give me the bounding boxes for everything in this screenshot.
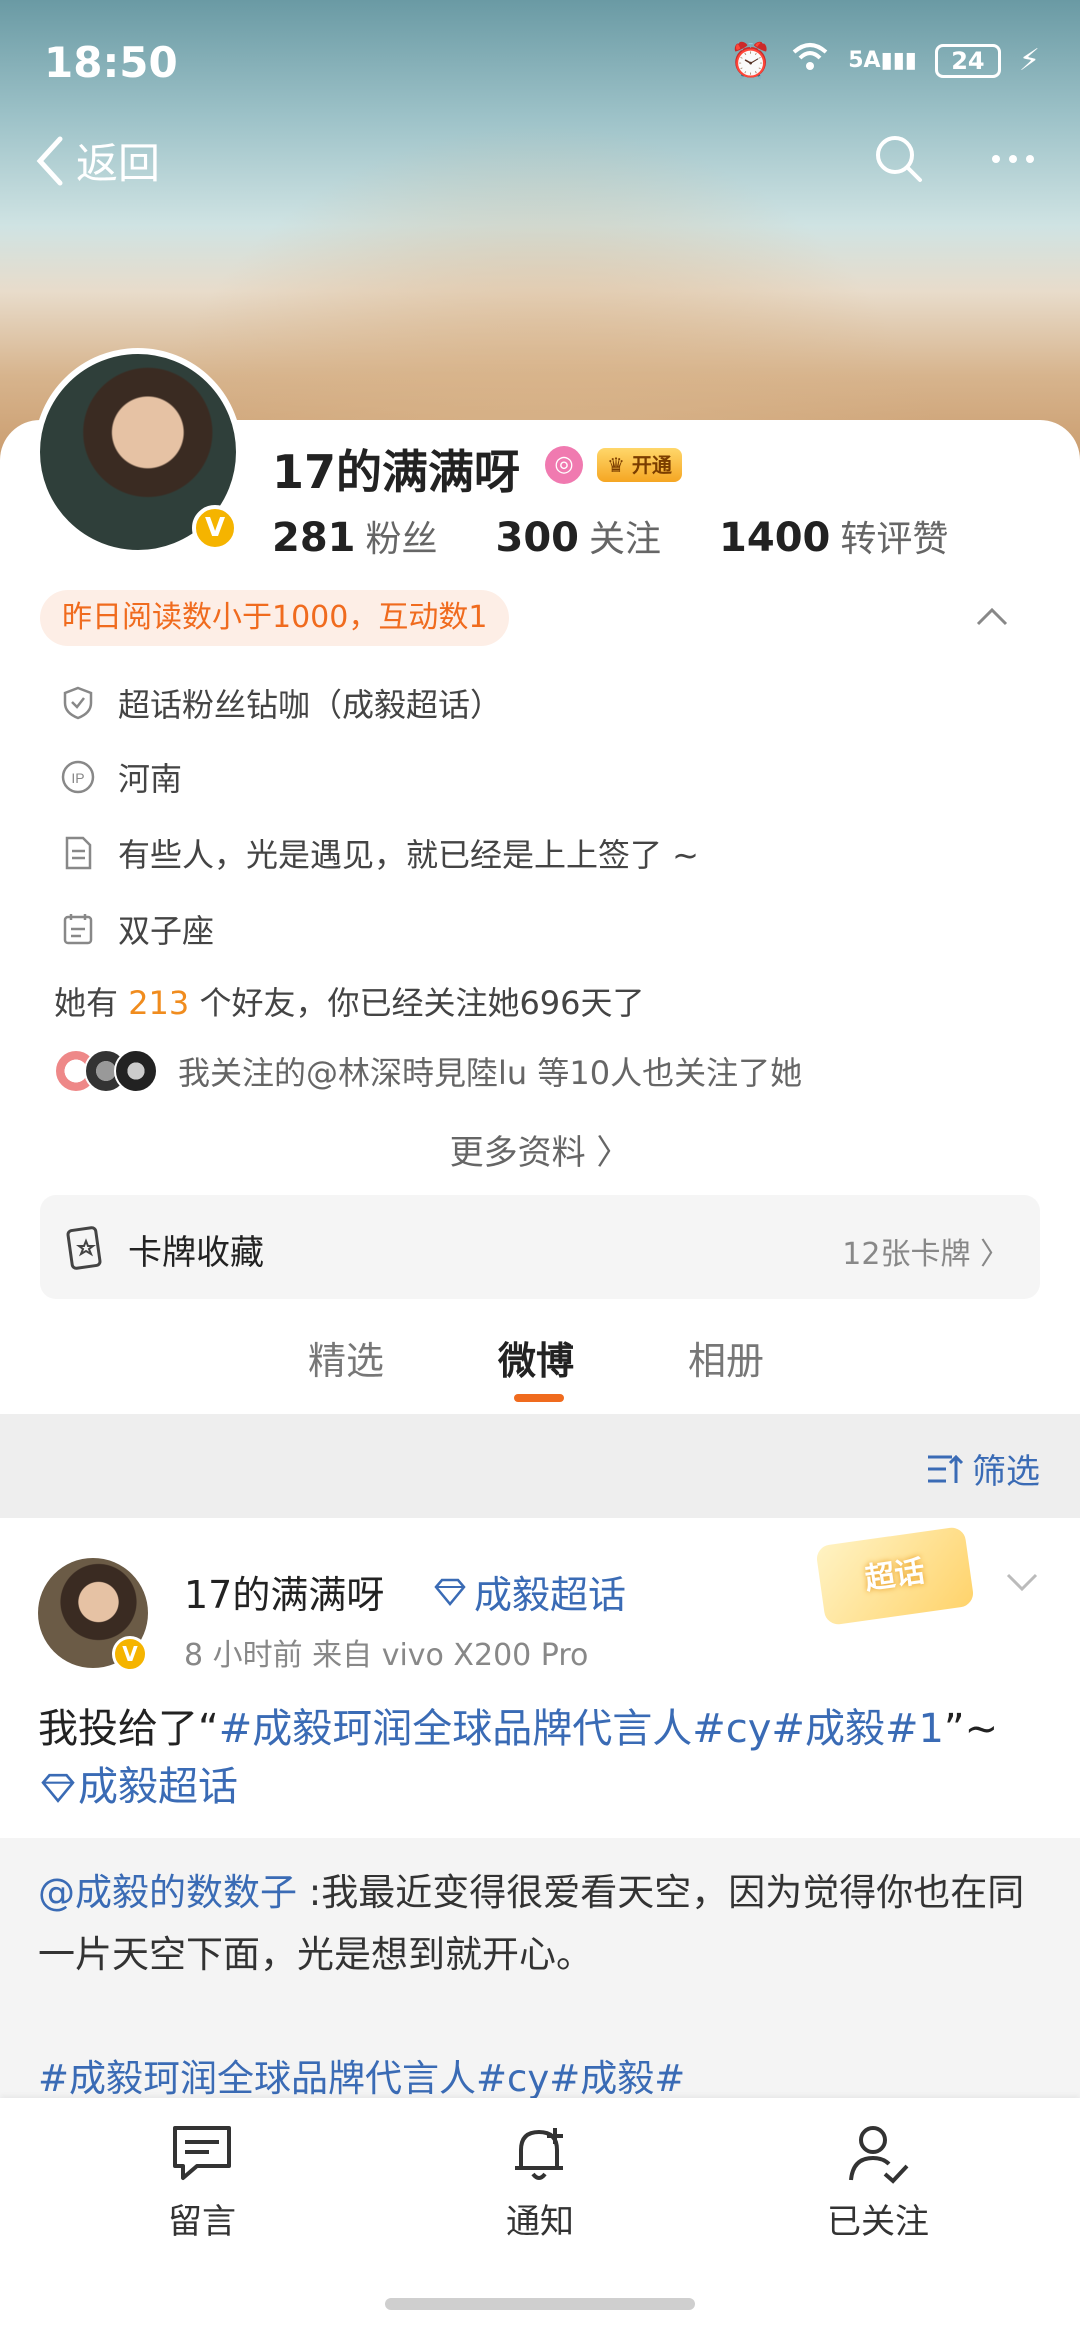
profile-stats: 281 粉丝 300 关注 1400 转评赞 bbox=[272, 510, 948, 562]
info-supertopic-text: 超话粉丝钻咖（成毅超话） bbox=[118, 686, 503, 724]
status-time: 18:50 bbox=[44, 38, 178, 87]
fans-stat[interactable]: 281 粉丝 bbox=[272, 510, 438, 562]
supertopic-tag: 超话 bbox=[815, 1525, 975, 1627]
card-collection-count: 12张卡牌 〉 bbox=[842, 1237, 1010, 1272]
tab-weibo[interactable]: 微博 bbox=[498, 1330, 574, 1385]
diamond-icon bbox=[41, 1773, 75, 1803]
calendar-icon bbox=[63, 914, 93, 945]
active-tab-indicator bbox=[514, 1394, 564, 1402]
bottom-action-bar: 留言 通知 已关注 bbox=[0, 2098, 1080, 2330]
notify-button[interactable]: 通知 bbox=[440, 2118, 640, 2243]
filter-bar: 筛选 bbox=[0, 1414, 1080, 1518]
search-icon[interactable] bbox=[872, 132, 926, 186]
top-nav: 返回 bbox=[0, 130, 1080, 210]
nav-actions bbox=[872, 132, 1040, 186]
user-check-icon bbox=[849, 2126, 909, 2184]
tab-album[interactable]: 相册 bbox=[688, 1330, 764, 1385]
battery-icon: 24 bbox=[934, 43, 1001, 78]
info-ip: IP 河南 bbox=[60, 752, 182, 802]
ip-icon: IP bbox=[61, 760, 95, 794]
likes-stat[interactable]: 1400 转评赞 bbox=[719, 510, 948, 562]
post-meta: 8 小时前 来自 vivo X200 Pro bbox=[184, 1638, 589, 1673]
more-icon[interactable] bbox=[986, 132, 1040, 186]
followed-button[interactable]: 已关注 bbox=[778, 2118, 978, 2243]
comment-button[interactable]: 留言 bbox=[102, 2118, 302, 2243]
quote-mention[interactable]: @成毅的数数子 bbox=[38, 1871, 297, 1914]
follow-stat[interactable]: 300 关注 bbox=[496, 510, 662, 562]
charging-icon: ⚡ bbox=[1018, 43, 1040, 78]
tab-featured[interactable]: 精选 bbox=[308, 1330, 384, 1385]
signal-icon: 5A▮▮▮ bbox=[848, 48, 917, 73]
mutual-follow-line[interactable]: 我关注的@林深時見陸lu 等10人也关注了她 bbox=[54, 1048, 802, 1094]
chevron-up-icon[interactable] bbox=[974, 600, 1010, 630]
back-label: 返回 bbox=[76, 139, 161, 188]
name-badges: ◎ ♛ 开通 bbox=[545, 446, 682, 484]
profile-name: 17的满满呀 bbox=[272, 445, 521, 499]
shield-icon bbox=[63, 686, 93, 720]
mutual-avatars bbox=[54, 1049, 158, 1093]
info-ip-text: 河南 bbox=[118, 760, 183, 798]
bell-plus-icon bbox=[515, 2128, 563, 2180]
info-bio: 有些人，光是遇见，就已经是上上签了 ~ bbox=[60, 828, 699, 878]
wifi-icon bbox=[790, 40, 830, 81]
svg-text:IP: IP bbox=[71, 770, 84, 786]
reading-alert-pill[interactable]: 昨日阅读数小于1000，互动数1 bbox=[40, 590, 510, 646]
diamond-icon bbox=[434, 1578, 466, 1606]
mutual-text: 我关注的@林深時見陸lu 等10人也关注了她 bbox=[178, 1054, 803, 1092]
quote-hashtags[interactable]: #成毅珂润全球品牌代言人#cy#成毅# bbox=[38, 2048, 685, 2102]
back-button[interactable]: 返回 bbox=[30, 130, 160, 191]
info-supertopic[interactable]: 超话粉丝钻咖（成毅超话） bbox=[60, 678, 502, 728]
chevron-down-icon[interactable] bbox=[1004, 1570, 1040, 1594]
mini-avatar bbox=[114, 1049, 158, 1093]
filter-icon bbox=[928, 1454, 964, 1483]
card-collection-row[interactable]: 卡牌收藏 12张卡牌 〉 bbox=[40, 1195, 1040, 1299]
filter-label: 筛选 bbox=[972, 1452, 1040, 1492]
friends-count: 213 bbox=[128, 984, 190, 1022]
post-text: 我投给了“#成毅珂润全球品牌代言人#cy#成毅#1”~成毅超话 bbox=[38, 1706, 999, 1810]
friends-line[interactable]: 她有 213 个好友，你已经关注她696天了 bbox=[54, 978, 645, 1024]
verified-badge-icon: V bbox=[112, 1636, 148, 1672]
post-hashtag[interactable]: #成毅珂润全球品牌代言人#cy#成毅#1 bbox=[219, 1706, 944, 1752]
card-collection-label: 卡牌收藏 bbox=[128, 1233, 264, 1273]
document-icon bbox=[65, 836, 92, 870]
quoted-post[interactable]: @成毅的数数子 :我最近变得很爱看天空，因为觉得你也在同一片天空下面，光是想到就… bbox=[0, 1838, 1080, 2100]
info-bio-text: 有些人，光是遇见，就已经是上上签了 ~ bbox=[118, 836, 699, 874]
post-topic-link[interactable]: 成毅超话 bbox=[432, 1564, 626, 1619]
chevron-left-icon bbox=[36, 136, 63, 185]
info-zodiac-text: 双子座 bbox=[118, 912, 215, 950]
post-topic-inline[interactable]: 成毅超话 bbox=[78, 1764, 238, 1810]
alarm-icon: ⏰ bbox=[729, 40, 773, 81]
card-icon bbox=[66, 1226, 102, 1270]
quote-text: @成毅的数数子 :我最近变得很爱看天空，因为觉得你也在同一片天空下面，光是想到就… bbox=[38, 1871, 1025, 1976]
vip-open-badge[interactable]: ♛ 开通 bbox=[597, 448, 682, 482]
status-icons: ⏰ 5A▮▮▮ 24 ⚡ bbox=[730, 40, 1040, 81]
info-zodiac: 双子座 bbox=[60, 904, 214, 954]
superfan-icon[interactable]: ◎ bbox=[545, 446, 583, 484]
post-author-name[interactable]: 17的满满呀 bbox=[184, 1564, 384, 1619]
home-indicator[interactable] bbox=[385, 2298, 695, 2310]
verified-badge-icon: V bbox=[192, 505, 238, 551]
status-bar: 18:50 ⏰ 5A▮▮▮ 24 ⚡ bbox=[0, 0, 1080, 120]
message-icon bbox=[173, 2126, 231, 2180]
more-info-link[interactable]: 更多资料 〉 bbox=[0, 1125, 1080, 1174]
filter-button[interactable]: 筛选 bbox=[924, 1444, 1040, 1493]
